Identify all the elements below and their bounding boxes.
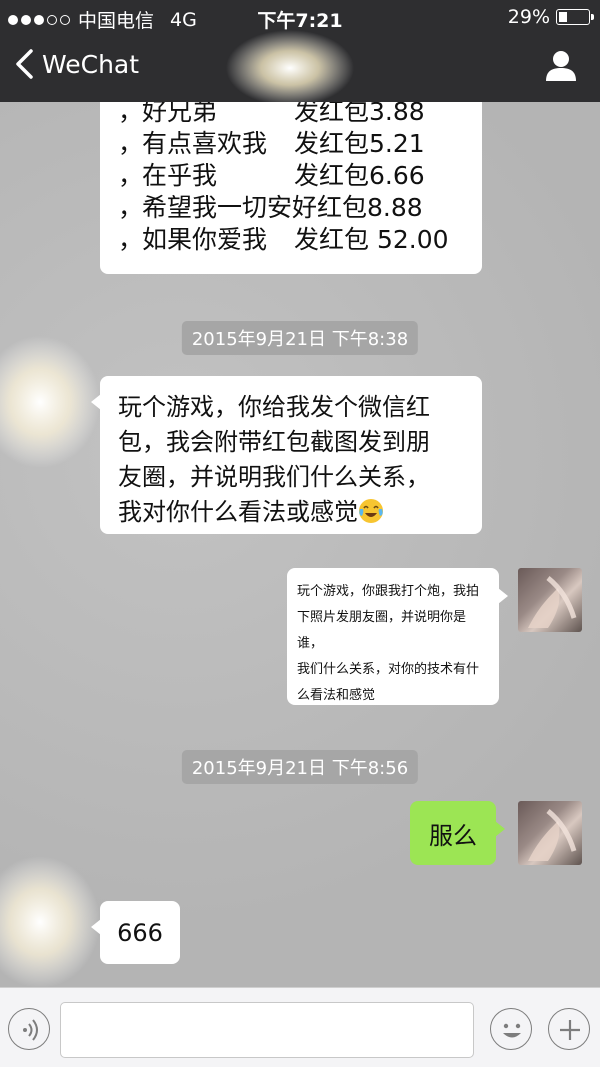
voice-icon xyxy=(23,1019,38,1041)
message-bubble-received[interactable]: ，好兄弟 发红包3.88，有点喜欢我 发红包5.21，在乎我 发红包6.66，希望我一… xyxy=(100,102,482,274)
input-bar xyxy=(0,987,600,1067)
chevron-left-icon xyxy=(16,49,33,79)
list-row: ，如果你爱我 发红包 52.00 xyxy=(118,224,482,256)
status-bar: 中国电信 4G 下午7:21 29% xyxy=(0,0,600,34)
avatar-photo xyxy=(528,809,577,861)
list-row: ，希望我一切安好红包8.88 xyxy=(118,192,482,224)
plus-icon xyxy=(560,1020,580,1040)
message-line: 玩个游戏，你跟我打个炮，我拍 xyxy=(297,584,480,599)
emoji-button[interactable] xyxy=(490,1008,532,1050)
list-action: 发红包3.88 xyxy=(294,102,425,126)
message-line: 么看法和感觉 xyxy=(297,688,376,703)
smiley-icon xyxy=(503,1023,521,1038)
message-line: 我们什么关系，对你的技术有什 xyxy=(297,662,480,677)
nav-bar: WeChat xyxy=(0,34,600,102)
message-bubble-received[interactable]: 玩个游戏，你给我发个微信红 包，我会附带红包截图发到朋 友圈，并说明我们什么关系… xyxy=(91,376,482,534)
status-right: 29% xyxy=(507,6,594,28)
list-name: 好兄弟 xyxy=(142,102,218,126)
person-icon[interactable] xyxy=(544,49,578,83)
timestamp: 2015年9月21日 下午8:56 xyxy=(181,750,419,784)
message-text: 服么 xyxy=(429,821,477,850)
list-row: ，有点喜欢我 发红包5.21 xyxy=(118,128,482,160)
battery-icon xyxy=(556,9,594,25)
list-prefix: ， xyxy=(118,129,144,158)
battery-percent: 29% xyxy=(507,6,550,28)
avatar[interactable] xyxy=(518,568,582,632)
more-button[interactable] xyxy=(548,1008,590,1050)
message-line: 友圈，并说明我们什么关系， xyxy=(118,463,430,491)
message-line: 玩个游戏，你给我发个微信红 xyxy=(118,393,430,421)
list-prefix: ， xyxy=(118,193,144,222)
list-action: 发红包6.66 xyxy=(294,161,425,190)
list-prefix: ， xyxy=(118,225,144,254)
list-row: ，在乎我 发红包6.66 xyxy=(118,160,482,192)
message-bubble-received[interactable]: 666 xyxy=(91,901,180,964)
voice-button[interactable] xyxy=(8,1008,50,1050)
list-name: 希望我一切安好红包8.88 xyxy=(142,193,423,222)
message-line: 下照片发朋友圈，并说明你是谁， xyxy=(297,610,467,651)
tears-of-joy-emoji-icon xyxy=(359,499,383,523)
battery-fill xyxy=(559,12,568,22)
list-action: 发红包5.21 xyxy=(294,129,425,158)
list-row: ，好兄弟 发红包3.88 xyxy=(118,102,482,128)
avatar-photo xyxy=(528,576,577,628)
list-name: 有点喜欢我 xyxy=(142,129,268,158)
message-input[interactable] xyxy=(60,1002,474,1058)
back-button[interactable]: WeChat xyxy=(14,48,139,80)
message-text: 666 xyxy=(117,918,163,947)
list-action: 发红包 52.00 xyxy=(294,225,449,254)
avatar[interactable] xyxy=(518,801,582,865)
message-line: 我对你什么看法或感觉 xyxy=(118,498,358,526)
list-prefix: ， xyxy=(118,102,144,126)
message-line: 包，我会附带红包截图发到朋 xyxy=(118,428,430,456)
back-label: WeChat xyxy=(42,49,140,79)
chat-area[interactable]: ，好兄弟 发红包3.88，有点喜欢我 发红包5.21，在乎我 发红包6.66，希望我一… xyxy=(0,102,600,987)
list-prefix: ， xyxy=(118,161,144,190)
message-bubble-sent[interactable]: 服么 xyxy=(410,801,505,865)
list-name: 如果你爱我 xyxy=(142,225,268,254)
message-bubble-sent[interactable]: 玩个游戏，你跟我打个炮，我拍 下照片发朋友圈，并说明你是谁， 我们什么关系，对你… xyxy=(287,568,508,705)
list-name: 在乎我 xyxy=(142,161,218,190)
timestamp: 2015年9月21日 下午8:38 xyxy=(181,321,419,355)
